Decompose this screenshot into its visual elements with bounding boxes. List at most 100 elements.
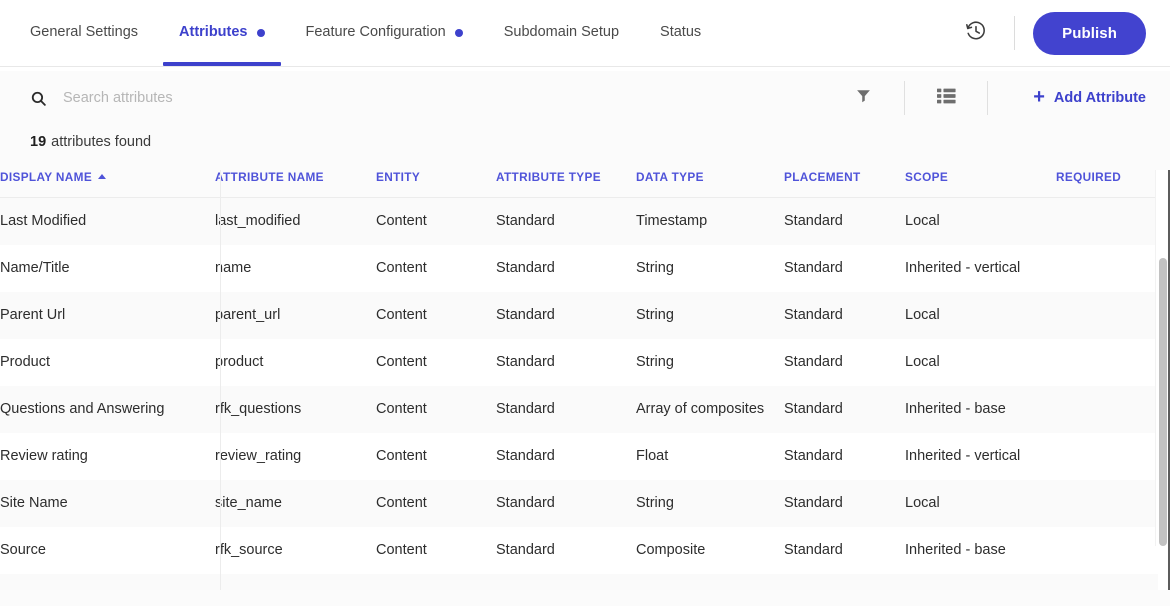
table-row[interactable]: Questions and Answering rfk_questions Cont… bbox=[0, 386, 1158, 434]
history-button[interactable] bbox=[956, 13, 996, 53]
sort-ascending-icon bbox=[98, 173, 107, 179]
cell-entity: Content bbox=[376, 433, 496, 481]
cell-display-name: Questions and Answering bbox=[0, 386, 215, 434]
table-row[interactable]: Source rfk_source Content Standard Composite… bbox=[0, 527, 1158, 575]
table-row[interactable]: Product product Content Standard String Stand… bbox=[0, 339, 1158, 387]
cell-attribute-name: rfk_questions bbox=[215, 386, 376, 434]
cell-placement: Standard bbox=[784, 386, 905, 434]
cell-attribute-name: last_modified bbox=[215, 197, 376, 246]
tab-status-dot-icon bbox=[454, 28, 463, 37]
toolbar-actions: + Add Attribute bbox=[845, 80, 1146, 116]
cell-scope: Inherited - base bbox=[905, 386, 1056, 434]
column-header-label: ENTITY bbox=[376, 170, 421, 184]
cell-attribute-type: Standard bbox=[496, 433, 636, 481]
cell-entity: Content bbox=[376, 386, 496, 434]
cell-placement: Standard bbox=[784, 245, 905, 293]
cell-placement: Standard bbox=[784, 433, 905, 481]
cell-display-name: Product bbox=[0, 339, 215, 387]
search-input[interactable] bbox=[61, 84, 391, 112]
cell-scope: Local bbox=[905, 339, 1056, 387]
cell-data-type: String bbox=[636, 339, 784, 387]
cell-placement: Standard bbox=[784, 527, 905, 575]
tab-label: Attributes bbox=[179, 23, 248, 40]
cell-attribute-type: Standard bbox=[496, 527, 636, 575]
column-header-required[interactable]: REQUIRED bbox=[1056, 170, 1158, 198]
cell-entity: Content bbox=[376, 480, 496, 528]
attributes-table-container[interactable]: DISPLAY NAME ATTRIBUTE NAME ENTITY ATTRIBUT… bbox=[0, 170, 1170, 590]
cell-data-type: Timestamp bbox=[636, 197, 784, 246]
cell-entity: Content bbox=[376, 197, 496, 246]
cell-attribute-name: rfk_stats bbox=[215, 574, 376, 590]
cell-placement: Standard bbox=[784, 197, 905, 246]
tab-feature-configuration[interactable]: Feature Configuration bbox=[306, 0, 463, 66]
cell-display-name: Source bbox=[0, 527, 215, 575]
column-header-attribute-name[interactable]: ATTRIBUTE NAME bbox=[215, 170, 376, 198]
tab-label: General Settings bbox=[30, 23, 139, 40]
filter-button[interactable] bbox=[845, 80, 881, 116]
tab-attributes[interactable]: Attributes bbox=[163, 0, 281, 66]
tab-status[interactable]: Status bbox=[660, 0, 701, 66]
cell-data-type: Composite bbox=[636, 574, 784, 590]
toolbar-divider-2 bbox=[987, 81, 989, 115]
cell-scope: Local bbox=[905, 197, 1056, 246]
topbar-actions: Publish bbox=[956, 0, 1146, 66]
tab-general-settings[interactable]: General Settings bbox=[30, 0, 138, 66]
table-scrollbar-thumb[interactable] bbox=[1159, 258, 1167, 546]
cell-attribute-name: site_name bbox=[215, 480, 376, 528]
add-attribute-button[interactable]: + Add Attribute bbox=[1011, 87, 1146, 107]
publish-button[interactable]: Publish bbox=[1033, 11, 1146, 55]
table-row[interactable]: Name/Title name Content Standard String Stand… bbox=[0, 245, 1158, 293]
column-header-display-name[interactable]: DISPLAY NAME bbox=[0, 170, 215, 198]
cell-required bbox=[1056, 527, 1158, 575]
topbar-divider bbox=[1014, 16, 1016, 50]
filter-funnel-icon bbox=[855, 87, 872, 109]
top-navigation-bar: General Settings Attributes Feature Config… bbox=[0, 0, 1170, 67]
column-header-attribute-type[interactable]: ATTRIBUTE TYPE bbox=[496, 170, 636, 198]
column-header-label: SCOPE bbox=[905, 170, 949, 184]
cell-placement: Standard bbox=[784, 574, 905, 590]
table-row[interactable]: Site Name site_name Content Standard String S… bbox=[0, 480, 1158, 528]
cell-attribute-type: Standard bbox=[496, 339, 636, 387]
cell-data-type: Array of composites bbox=[636, 386, 784, 434]
cell-attribute-name: parent_url bbox=[215, 292, 376, 340]
columns-button[interactable] bbox=[928, 80, 964, 116]
cell-placement: Standard bbox=[784, 292, 905, 340]
results-count-label: attributes found bbox=[51, 134, 152, 150]
cell-scope: Local bbox=[905, 292, 1056, 340]
column-header-placement[interactable]: PLACEMENT bbox=[784, 170, 905, 198]
column-header-label: PLACEMENT bbox=[784, 170, 861, 184]
column-header-label: DISPLAY NAME bbox=[0, 170, 93, 184]
tab-subdomain-setup[interactable]: Subdomain Setup bbox=[504, 0, 619, 66]
column-header-entity[interactable]: ENTITY bbox=[376, 170, 496, 198]
cell-scope: Inherited - base bbox=[905, 574, 1056, 590]
cell-required bbox=[1056, 574, 1158, 590]
cell-display-name: Last Modified bbox=[0, 197, 215, 246]
column-header-scope[interactable]: SCOPE bbox=[905, 170, 1056, 198]
cell-entity: Content bbox=[376, 527, 496, 575]
table-row[interactable]: Last Modified last_modified Content Standar… bbox=[0, 197, 1158, 246]
table-row[interactable]: Review rating review_rating Content Standar… bbox=[0, 433, 1158, 481]
tab-list: General Settings Attributes Feature Config… bbox=[0, 0, 701, 66]
cell-required bbox=[1056, 433, 1158, 481]
tab-label: Subdomain Setup bbox=[503, 23, 620, 40]
cell-scope: Inherited - base bbox=[905, 527, 1056, 575]
table-row[interactable]: Statsrfk_statsContentStandardCompositeSt… bbox=[0, 574, 1158, 590]
attributes-table: DISPLAY NAME ATTRIBUTE NAME ENTITY ATTRIBUT… bbox=[0, 170, 1158, 590]
search-area bbox=[30, 78, 845, 118]
tab-status-dot-icon bbox=[256, 28, 265, 37]
cell-display-name: Parent Url bbox=[0, 292, 215, 340]
cell-attribute-name: review_rating bbox=[215, 433, 376, 481]
cell-attribute-type: Standard bbox=[496, 574, 636, 590]
add-attribute-label: Add Attribute bbox=[1053, 90, 1146, 106]
cell-data-type: String bbox=[636, 480, 784, 528]
table-row[interactable]: Parent Url parent_url Content Standard Strin… bbox=[0, 292, 1158, 340]
cell-data-type: String bbox=[636, 292, 784, 340]
cell-entity: Content bbox=[376, 339, 496, 387]
cell-attribute-type: Standard bbox=[496, 197, 636, 246]
cell-required bbox=[1056, 339, 1158, 387]
results-count-number: 19 bbox=[30, 134, 47, 150]
cell-entity: Content bbox=[376, 245, 496, 293]
cell-entity: Content bbox=[376, 292, 496, 340]
column-header-data-type[interactable]: DATA TYPE bbox=[636, 170, 784, 198]
cell-required bbox=[1056, 197, 1158, 246]
